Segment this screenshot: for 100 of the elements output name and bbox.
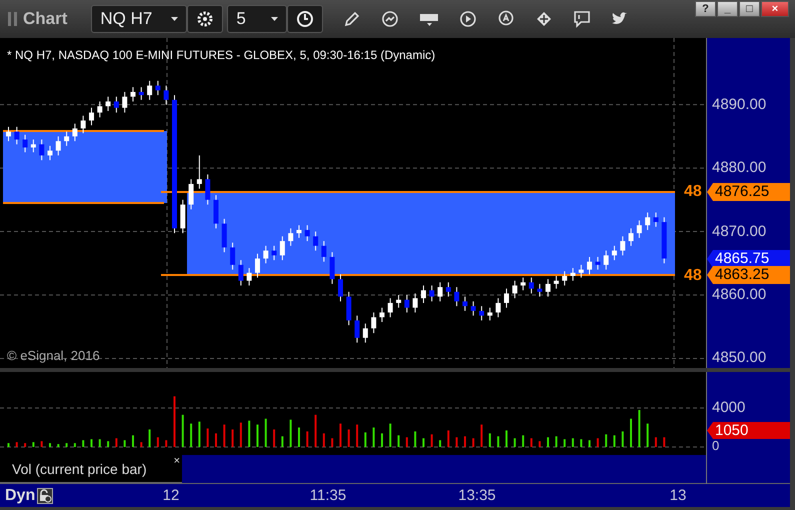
candlestick	[446, 282, 451, 298]
play-icon[interactable]	[459, 10, 478, 28]
volume-bar	[57, 444, 60, 447]
candlestick	[595, 256, 600, 270]
volume-bar	[264, 418, 267, 447]
volume-bar	[140, 442, 142, 447]
candlestick	[106, 96, 111, 112]
volume-bar	[364, 432, 366, 447]
study-label: Vol (current price bar)	[12, 460, 147, 476]
volume-bar	[322, 433, 325, 447]
window-control-button[interactable]: ?	[695, 1, 716, 17]
alert-circle-icon[interactable]	[497, 10, 516, 28]
volume-bar	[654, 437, 657, 447]
volume-bar	[206, 428, 209, 447]
arrows-icon[interactable]	[535, 10, 554, 28]
price-tick: 4850.00	[712, 349, 766, 368]
candlestick	[636, 220, 642, 238]
candlestick	[612, 245, 617, 261]
candlestick	[6, 126, 11, 142]
candlestick	[388, 298, 393, 318]
candlestick	[80, 115, 86, 134]
candlestick	[280, 236, 285, 261]
copyright-text: © eSignal, 2016	[7, 348, 100, 363]
candlestick	[578, 264, 584, 278]
candlestick	[620, 236, 626, 256]
candlestick	[380, 307, 384, 322]
volume-bar	[538, 441, 541, 447]
volume-tick: 0	[712, 439, 720, 453]
candlestick	[97, 100, 102, 118]
candlestick	[155, 80, 160, 96]
candlestick	[653, 212, 658, 228]
volume-bar	[488, 433, 491, 447]
candlestick	[504, 288, 509, 308]
volume-bar	[107, 441, 110, 447]
candlestick	[14, 126, 20, 145]
candlestick	[56, 136, 61, 156]
candlestick	[470, 300, 476, 316]
price-tick: 4890.00	[712, 96, 766, 114]
candlestick	[164, 85, 169, 106]
volume-bar	[290, 420, 292, 447]
candlestick	[296, 224, 302, 238]
volume-bar	[430, 434, 433, 447]
volume-bar	[472, 438, 474, 447]
close-button[interactable]: ×	[174, 456, 180, 466]
volume-bar	[622, 431, 624, 447]
candlestick	[114, 96, 119, 114]
candlestick	[528, 277, 534, 294]
candlestick	[72, 123, 78, 142]
candlestick	[188, 178, 194, 210]
comment-icon[interactable]	[573, 10, 592, 28]
candlestick	[272, 245, 277, 261]
tag-icon[interactable]	[419, 11, 440, 27]
volume-bar	[564, 439, 566, 447]
candlestick	[554, 275, 559, 290]
volume-bar	[447, 430, 450, 447]
window-control-button[interactable]: _	[717, 1, 738, 17]
candlestick	[421, 285, 426, 304]
settings-button[interactable]	[187, 5, 224, 33]
volume-bar	[40, 441, 43, 447]
symbol-dropdown[interactable]: NQ H7	[91, 5, 188, 33]
candlestick	[496, 298, 501, 318]
candlestick	[138, 86, 144, 100]
caret-icon	[171, 17, 178, 21]
price-tag: 4863.25	[707, 266, 790, 284]
grip-icon[interactable]	[8, 11, 18, 27]
window-control-button[interactable]: □	[739, 1, 760, 17]
volume-bar	[398, 435, 400, 447]
volume-bar	[389, 424, 392, 447]
window-control-button[interactable]: ×	[761, 1, 789, 17]
candlestick	[546, 278, 550, 298]
candlestick	[562, 270, 568, 286]
pencil-icon[interactable]	[343, 10, 362, 28]
volume-bar	[115, 438, 118, 447]
volume-bar	[306, 431, 308, 447]
volume-tag: 1050	[707, 422, 790, 439]
caret-icon	[271, 17, 278, 21]
volume-bar	[314, 414, 317, 447]
candlestick	[214, 194, 218, 229]
candlestick	[346, 291, 352, 326]
candlestick	[255, 253, 260, 278]
lock-icon[interactable]	[37, 488, 54, 504]
candlestick	[48, 145, 52, 161]
time-tick: 12	[162, 487, 180, 504]
candlestick	[438, 282, 443, 302]
volume-bar	[522, 435, 524, 447]
chart-caption: * NQ H7, NASDAQ 100 E-MINI FUTURES - GLOBEX, 5, 09:30-16:15 (Dynamic)	[7, 48, 436, 62]
volume-bar	[32, 442, 34, 447]
candlestick	[330, 252, 335, 284]
candlestick	[147, 80, 152, 100]
candlestick	[454, 286, 460, 307]
candlestick	[321, 240, 326, 262]
candlestick	[89, 107, 94, 126]
volume-bar	[348, 429, 350, 447]
volume-bar	[248, 420, 250, 447]
candlestick	[645, 212, 650, 230]
volume-bar	[555, 436, 558, 447]
bird-icon[interactable]	[611, 11, 630, 27]
chart-circle-icon[interactable]	[381, 10, 400, 28]
interval-dropdown[interactable]: 5	[227, 5, 288, 33]
clock-button[interactable]	[287, 5, 324, 33]
